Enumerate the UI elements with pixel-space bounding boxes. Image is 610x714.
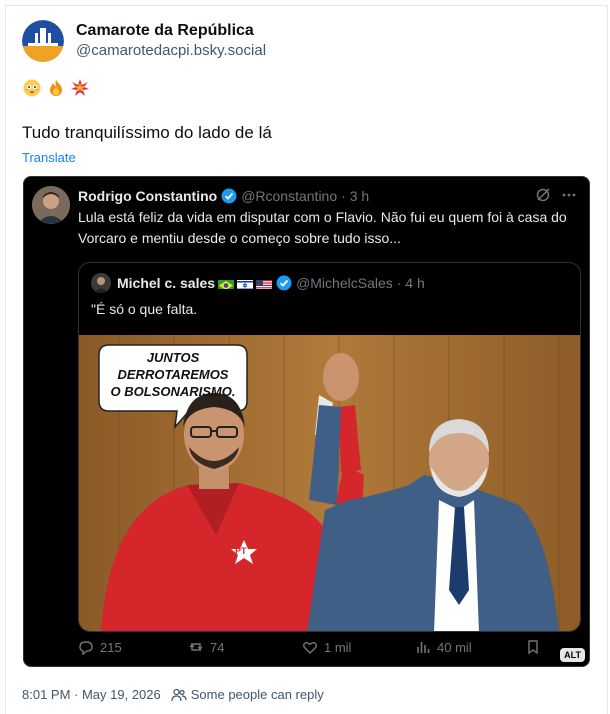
verified-badge-icon bbox=[221, 188, 237, 204]
post-text: Tudo tranquilíssimo do lado de lá bbox=[22, 123, 272, 142]
likes-stat: 1 mil bbox=[302, 639, 415, 655]
usa-flag-icon bbox=[256, 278, 273, 289]
quote-author-name: Michel c. sales bbox=[117, 275, 216, 291]
quote-verified-badge-icon bbox=[276, 275, 292, 291]
like-icon bbox=[303, 642, 317, 654]
tweet-top-actions bbox=[535, 187, 577, 208]
embedded-image[interactable]: Rodrigo Constantino @Rconstantino · 3 h … bbox=[23, 176, 590, 667]
quoted-tweet: Michel c. sales @MichelcSales · 4 h "É s… bbox=[78, 262, 581, 632]
quote-photo: JUNTOS DERROTAREMOS O BOLSONARISMO. PT bbox=[79, 335, 580, 631]
quote-time: · 4 h bbox=[396, 275, 425, 291]
tweet-handle: @Rconstantino bbox=[241, 188, 338, 204]
quote-author-avatar bbox=[91, 273, 111, 293]
tweet-author-name: Rodrigo Constantino bbox=[78, 188, 218, 204]
translate-link[interactable]: Translate bbox=[22, 150, 76, 165]
people-icon bbox=[171, 688, 187, 701]
reply-setting-label: Some people can reply bbox=[190, 687, 324, 702]
author-display-name[interactable]: Camarote da República bbox=[76, 21, 266, 41]
author-handle[interactable]: @camarotedacpi.bsky.social bbox=[76, 41, 266, 61]
post-meta: 8:01 PM · May 19, 2026 Some people can r… bbox=[22, 687, 324, 702]
reply-icon bbox=[79, 641, 93, 655]
post-timestamp[interactable]: 8:01 PM · May 19, 2026 bbox=[22, 687, 161, 702]
grok-icon bbox=[535, 187, 551, 208]
replies-stat: 215 bbox=[78, 639, 188, 655]
reposts-stat: 74 bbox=[188, 639, 302, 655]
brazil-flag-icon bbox=[218, 278, 235, 289]
post-card: Camarote da República @camarotedacpi.bsk… bbox=[5, 5, 608, 714]
shirt-logo-text: PT bbox=[235, 546, 247, 556]
more-options-icon bbox=[561, 187, 577, 208]
views-stat: 40 mil bbox=[415, 639, 525, 655]
fire-icon bbox=[47, 79, 65, 97]
emoji-row bbox=[23, 79, 89, 97]
repost-icon bbox=[189, 643, 203, 651]
flushed-face-icon bbox=[23, 79, 41, 97]
alt-text-badge[interactable]: ALT bbox=[560, 648, 585, 662]
tweet-time: · 3 h bbox=[341, 188, 370, 204]
reply-setting[interactable]: Some people can reply bbox=[171, 687, 324, 702]
views-icon bbox=[417, 642, 430, 653]
post-author[interactable]: Camarote da República @camarotedacpi.bsk… bbox=[22, 20, 266, 62]
tweet-author-avatar bbox=[32, 186, 70, 224]
quote-text: "É só o que falta. bbox=[91, 301, 198, 317]
tweet-text: Lula está feliz da vida em disputar com … bbox=[78, 209, 567, 246]
bookmark-icon bbox=[525, 639, 541, 655]
israel-flag-icon bbox=[237, 278, 254, 289]
author-avatar[interactable] bbox=[22, 20, 64, 62]
tweet-stats-bar: 215 74 1 mil 40 mil bbox=[78, 636, 583, 658]
collision-icon bbox=[71, 79, 89, 97]
speech-bubble-text: JUNTOS DERROTAREMOS O BOLSONARISMO. bbox=[110, 350, 236, 399]
quote-handle: @MichelcSales bbox=[296, 275, 393, 291]
